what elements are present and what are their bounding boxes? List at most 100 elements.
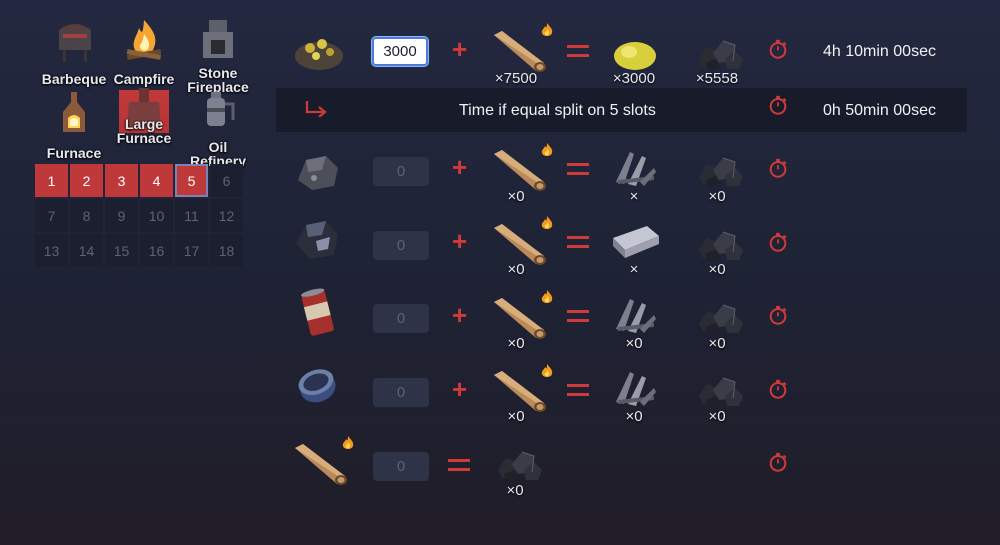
plus-operator: + — [452, 300, 468, 330]
charcoal-icon — [695, 297, 745, 337]
output-count: ×0 — [625, 335, 643, 352]
stopwatch-icon[interactable] — [767, 231, 789, 253]
stopwatch-icon[interactable] — [767, 157, 789, 179]
metal-fragments-icon — [610, 146, 660, 192]
stone-fireplace-icon — [203, 20, 233, 58]
stopwatch-icon[interactable] — [767, 378, 789, 400]
wood-log-icon — [490, 367, 546, 413]
arrow-return-icon — [305, 101, 327, 117]
furnace-icon — [63, 92, 85, 132]
output-count: ×3000 — [612, 70, 656, 87]
wood-log-icon — [490, 294, 546, 340]
slot-7[interactable]: 7 — [35, 199, 68, 232]
slot-14[interactable]: 14 — [70, 234, 103, 267]
flame-icon — [540, 142, 554, 158]
slot-15[interactable]: 15 — [105, 234, 138, 267]
hqm-bar-icon — [613, 226, 659, 258]
flame-icon — [540, 215, 554, 231]
charcoal-icon — [695, 370, 745, 410]
oil-refinery-icon — [207, 92, 235, 126]
wood-log-icon — [490, 220, 546, 266]
stopwatch-icon[interactable] — [767, 451, 789, 473]
fuel-count: ×7500 — [494, 70, 538, 87]
plus-operator: + — [452, 226, 468, 256]
metal-ore-icon — [298, 156, 338, 190]
charcoal-count: ×5558 — [695, 70, 739, 87]
flame-icon — [540, 289, 554, 305]
charcoal-count: ×0 — [708, 335, 726, 352]
slot-10[interactable]: 10 — [140, 199, 173, 232]
slot-9[interactable]: 9 — [105, 199, 138, 232]
equals-operator — [567, 163, 589, 175]
equals-operator — [448, 459, 470, 471]
charcoal-count: ×0 — [708, 261, 726, 278]
metal-gold-icon — [614, 42, 656, 70]
output-count: ×0 — [625, 408, 643, 425]
stopwatch-icon[interactable] — [767, 38, 789, 60]
slot-17[interactable]: 17 — [175, 234, 208, 267]
slot-12[interactable]: 12 — [210, 199, 243, 232]
wood-quantity-input[interactable]: 0 — [373, 452, 429, 481]
fuel-count: ×0 — [507, 188, 525, 205]
charcoal-icon — [695, 150, 745, 190]
flame-icon — [540, 363, 554, 379]
hqm-ore-quantity-input[interactable]: 0 — [373, 231, 429, 260]
flame-icon — [540, 22, 554, 38]
device-furnace[interactable]: Furnace — [38, 90, 110, 162]
slot-11[interactable]: 11 — [175, 199, 208, 232]
slot-2[interactable]: 2 — [70, 164, 103, 197]
can-tuna-quantity-input[interactable]: 0 — [373, 378, 429, 407]
wood-log-icon — [291, 440, 347, 486]
hqm-ore-icon — [296, 221, 338, 259]
slot-6[interactable]: 6 — [210, 164, 243, 197]
wood-log-icon — [490, 146, 546, 192]
slot-5[interactable]: 5 — [175, 164, 208, 197]
charcoal-icon — [695, 224, 745, 264]
equals-operator — [567, 384, 589, 396]
charcoal-icon — [494, 444, 544, 484]
device-stone-fireplace[interactable]: Stone Fireplace — [182, 16, 254, 94]
slot-4[interactable]: 4 — [140, 164, 173, 197]
metal-ore-quantity-input[interactable]: 0 — [373, 157, 429, 186]
wood-log-icon — [490, 27, 546, 73]
gold-ore-quantity-input[interactable]: 3000 — [372, 37, 428, 66]
fuel-count: ×0 — [507, 335, 525, 352]
slot-3[interactable]: 3 — [105, 164, 138, 197]
stopwatch-icon[interactable] — [767, 304, 789, 326]
flame-icon — [341, 435, 355, 451]
can-of-beans-icon — [301, 288, 334, 336]
equals-operator — [567, 310, 589, 322]
plus-operator: + — [452, 374, 468, 404]
can-of-tuna-icon — [298, 369, 336, 403]
fuel-count: ×0 — [507, 261, 525, 278]
plus-operator: + — [452, 34, 468, 64]
fuel-count: ×0 — [507, 408, 525, 425]
equals-operator — [567, 236, 589, 248]
split-label: Time if equal split on 5 slots — [459, 102, 656, 119]
can-beans-quantity-input[interactable]: 0 — [373, 304, 429, 333]
device-large-furnace[interactable]: Large Furnace — [117, 88, 171, 145]
split-time: 0h 50min 00sec — [823, 102, 936, 119]
smelt-time: 4h 10min 00sec — [823, 43, 936, 60]
output-count: × — [629, 261, 639, 278]
slot-13[interactable]: 13 — [35, 234, 68, 267]
output-count: × — [629, 188, 639, 205]
charcoal-icon — [695, 33, 745, 73]
charcoal-count: ×0 — [506, 482, 524, 499]
equals-operator — [567, 45, 589, 57]
charcoal-count: ×0 — [708, 188, 726, 205]
slot-16[interactable]: 16 — [140, 234, 173, 267]
gold-ore-icon — [295, 39, 343, 70]
barbeque-icon — [59, 24, 91, 62]
campfire-icon — [126, 20, 162, 60]
stopwatch-icon[interactable] — [767, 94, 789, 116]
slot-1[interactable]: 1 — [35, 164, 68, 197]
device-oil-refinery[interactable]: Oil Refinery — [182, 90, 254, 168]
metal-fragments-icon — [610, 366, 660, 412]
slot-18[interactable]: 18 — [210, 234, 243, 267]
metal-fragments-icon — [610, 293, 660, 339]
device-label: Furnace — [46, 145, 102, 161]
charcoal-count: ×0 — [708, 408, 726, 425]
plus-operator: + — [452, 152, 468, 182]
slot-8[interactable]: 8 — [70, 199, 103, 232]
